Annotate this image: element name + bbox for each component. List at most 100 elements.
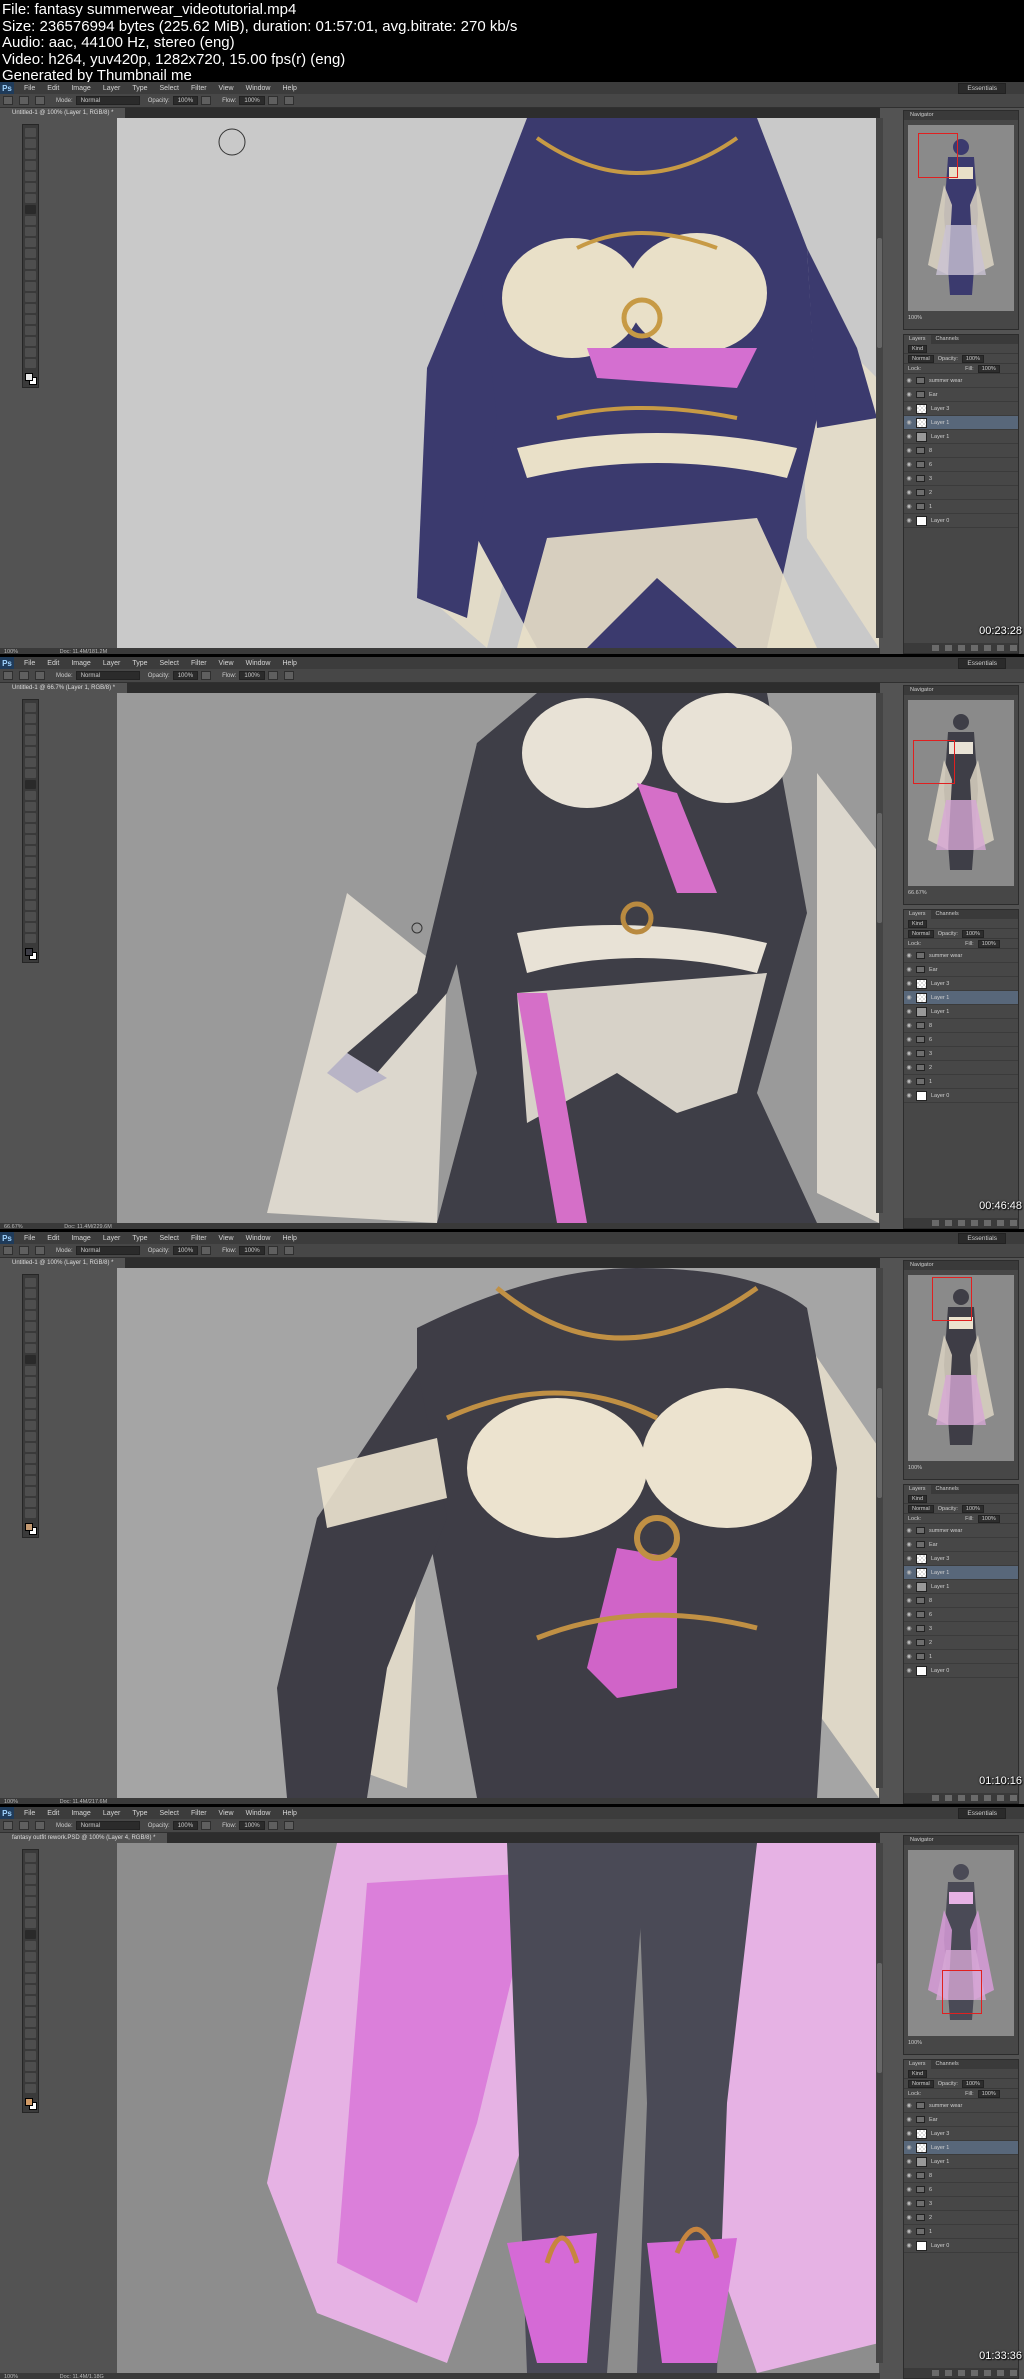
foreground-color[interactable] <box>25 2098 33 2106</box>
navigator-thumbnail[interactable] <box>908 700 1014 886</box>
document-canvas[interactable] <box>117 693 879 1223</box>
pressure-size-icon[interactable] <box>283 1821 294 1830</box>
pen-tool-icon[interactable] <box>25 857 36 866</box>
menu-help[interactable]: Help <box>277 660 303 667</box>
new-group-icon[interactable] <box>984 2370 991 2376</box>
navigator-view-box[interactable] <box>918 133 958 178</box>
layer-row[interactable]: ◉ Layer 3 <box>904 977 1018 991</box>
pressure-opacity-icon[interactable] <box>201 671 212 680</box>
layer-row[interactable]: ◉ 1 <box>904 2225 1018 2239</box>
delete-layer-icon[interactable] <box>1010 2370 1017 2376</box>
healing-tool-icon[interactable] <box>25 194 36 203</box>
layer-opacity-field[interactable]: 100% <box>961 929 984 938</box>
status-zoom[interactable]: 100% <box>4 1799 18 1804</box>
visibility-eye-icon[interactable]: ◉ <box>904 952 914 959</box>
brush-size-icon[interactable] <box>19 96 29 105</box>
visibility-eye-icon[interactable]: ◉ <box>904 1050 914 1057</box>
brush-size-icon[interactable] <box>19 671 29 680</box>
visibility-eye-icon[interactable]: ◉ <box>904 2172 914 2179</box>
eyedropper-tool-icon[interactable] <box>25 758 36 767</box>
screen-mode-tool-icon[interactable] <box>25 2084 36 2093</box>
visibility-eye-icon[interactable]: ◉ <box>904 475 914 482</box>
layer-style-icon[interactable] <box>945 1795 952 1801</box>
visibility-eye-icon[interactable]: ◉ <box>904 1092 914 1099</box>
brush-panel-icon[interactable] <box>35 96 45 105</box>
visibility-eye-icon[interactable]: ◉ <box>904 1667 914 1674</box>
zoom-tool-icon[interactable] <box>25 337 36 346</box>
workspace-switcher[interactable]: Essentials <box>958 657 1006 669</box>
foreground-color[interactable] <box>25 1523 33 1531</box>
brush-preset-icon[interactable] <box>3 671 13 680</box>
layer-style-icon[interactable] <box>945 2370 952 2376</box>
menu-file[interactable]: File <box>18 1810 41 1817</box>
mask-tool-icon[interactable] <box>25 1498 36 1507</box>
flow-field[interactable]: 100% <box>239 1821 265 1830</box>
layer-opacity-field[interactable]: 100% <box>961 2079 984 2088</box>
color-swatches[interactable] <box>25 373 37 385</box>
layer-row[interactable]: ◉ Layer 1 <box>904 416 1018 430</box>
menu-edit[interactable]: Edit <box>41 1810 65 1817</box>
layer-row[interactable]: ◉ Layer 1 <box>904 1005 1018 1019</box>
layer-row[interactable]: ◉ 3 <box>904 472 1018 486</box>
blend-mode-select[interactable]: Normal <box>908 2079 934 2088</box>
menu-view[interactable]: View <box>213 1810 240 1817</box>
pen-tool-icon[interactable] <box>25 282 36 291</box>
layer-row[interactable]: ◉ Layer 3 <box>904 2127 1018 2141</box>
menu-filter[interactable]: Filter <box>185 660 213 667</box>
shape-tool-icon[interactable] <box>25 2040 36 2049</box>
layer-row[interactable]: ◉ 6 <box>904 1608 1018 1622</box>
visibility-eye-icon[interactable]: ◉ <box>904 461 914 468</box>
navigator-thumbnail[interactable] <box>908 125 1014 311</box>
move-tool-icon[interactable] <box>25 128 36 137</box>
menu-view[interactable]: View <box>213 660 240 667</box>
layer-row[interactable]: ◉ Layer 0 <box>904 1664 1018 1678</box>
visibility-eye-icon[interactable]: ◉ <box>904 503 914 510</box>
menu-select[interactable]: Select <box>154 660 185 667</box>
menu-view[interactable]: View <box>213 85 240 92</box>
mask-tool-icon[interactable] <box>25 348 36 357</box>
vertical-scrollbar[interactable] <box>876 118 883 638</box>
layer-row[interactable]: ◉ 6 <box>904 2183 1018 2197</box>
layer-row[interactable]: ◉ 3 <box>904 2197 1018 2211</box>
mode-select[interactable]: Normal <box>75 1821 140 1830</box>
tab-channels[interactable]: Channels <box>931 335 964 344</box>
navigator-view-box[interactable] <box>932 1277 972 1321</box>
tab-layers[interactable]: Layers <box>904 2060 931 2069</box>
type-tool-icon[interactable] <box>25 1443 36 1452</box>
menu-edit[interactable]: Edit <box>41 660 65 667</box>
layer-row[interactable]: ◉ 6 <box>904 1033 1018 1047</box>
visibility-eye-icon[interactable]: ◉ <box>904 1008 914 1015</box>
menu-type[interactable]: Type <box>126 1810 153 1817</box>
visibility-eye-icon[interactable]: ◉ <box>904 2102 914 2109</box>
pressure-size-icon[interactable] <box>283 671 294 680</box>
healing-tool-icon[interactable] <box>25 769 36 778</box>
visibility-eye-icon[interactable]: ◉ <box>904 1036 914 1043</box>
shape-tool-icon[interactable] <box>25 1465 36 1474</box>
vertical-scrollbar[interactable] <box>876 1843 883 2363</box>
menu-file[interactable]: File <box>18 660 41 667</box>
airbrush-icon[interactable] <box>267 671 278 680</box>
type-tool-icon[interactable] <box>25 2018 36 2027</box>
menu-help[interactable]: Help <box>277 1235 303 1242</box>
delete-layer-icon[interactable] <box>1010 1220 1017 1226</box>
visibility-eye-icon[interactable]: ◉ <box>904 405 914 412</box>
new-layer-icon[interactable] <box>997 645 1004 651</box>
layer-row[interactable]: ◉ Layer 0 <box>904 2239 1018 2253</box>
link-layers-icon[interactable] <box>932 1795 939 1801</box>
layer-row[interactable]: ◉ 2 <box>904 486 1018 500</box>
layer-row[interactable]: ◉ Ear <box>904 1538 1018 1552</box>
visibility-eye-icon[interactable]: ◉ <box>904 1639 914 1646</box>
workspace-switcher[interactable]: Essentials <box>958 1807 1006 1819</box>
visibility-eye-icon[interactable]: ◉ <box>904 517 914 524</box>
layer-kind-filter[interactable]: Kind <box>908 344 928 353</box>
clone-stamp-tool-icon[interactable] <box>25 1941 36 1950</box>
brush-tool-icon[interactable] <box>25 780 36 789</box>
document-tab[interactable]: fantasy outfit rework.PSD @ 100% (Layer … <box>0 1833 168 1843</box>
mask-tool-icon[interactable] <box>25 2073 36 2082</box>
eraser-tool-icon[interactable] <box>25 1388 36 1397</box>
mode-select[interactable]: Normal <box>75 1246 140 1255</box>
menu-help[interactable]: Help <box>277 1810 303 1817</box>
visibility-eye-icon[interactable]: ◉ <box>904 2242 914 2249</box>
history-brush-tool-icon[interactable] <box>25 227 36 236</box>
layer-row[interactable]: ◉ Ear <box>904 388 1018 402</box>
